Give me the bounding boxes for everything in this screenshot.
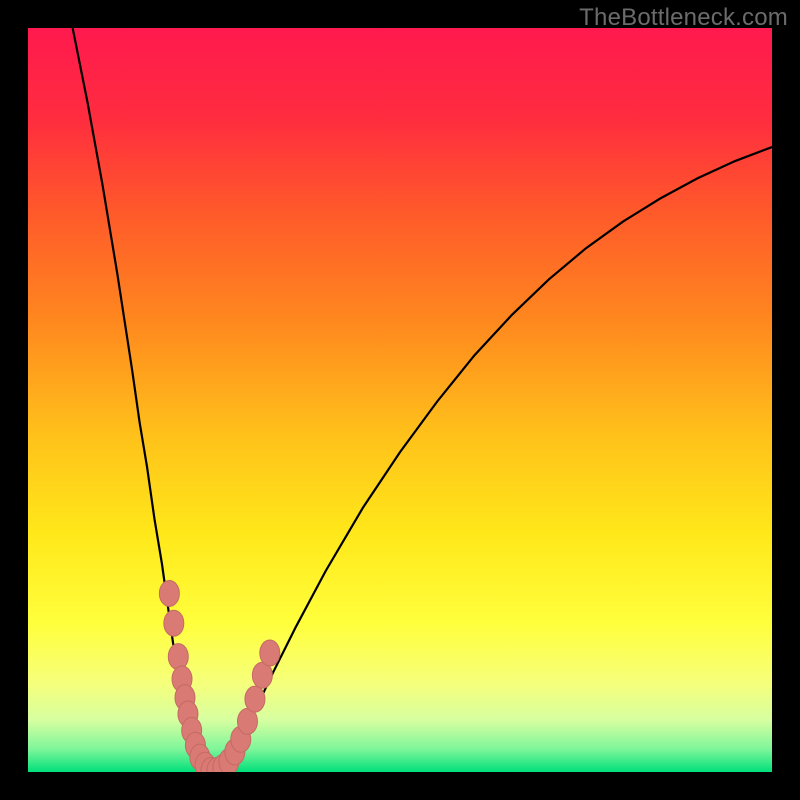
curve-marker — [168, 644, 188, 670]
gradient-background — [28, 28, 772, 772]
curve-marker — [159, 580, 179, 606]
curve-marker — [260, 640, 280, 666]
chart-canvas — [28, 28, 772, 772]
watermark-text: TheBottleneck.com — [579, 4, 788, 32]
curve-marker — [164, 610, 184, 636]
plot-area — [28, 28, 772, 772]
chart-frame: TheBottleneck.com — [0, 0, 800, 800]
curve-marker — [245, 686, 265, 712]
